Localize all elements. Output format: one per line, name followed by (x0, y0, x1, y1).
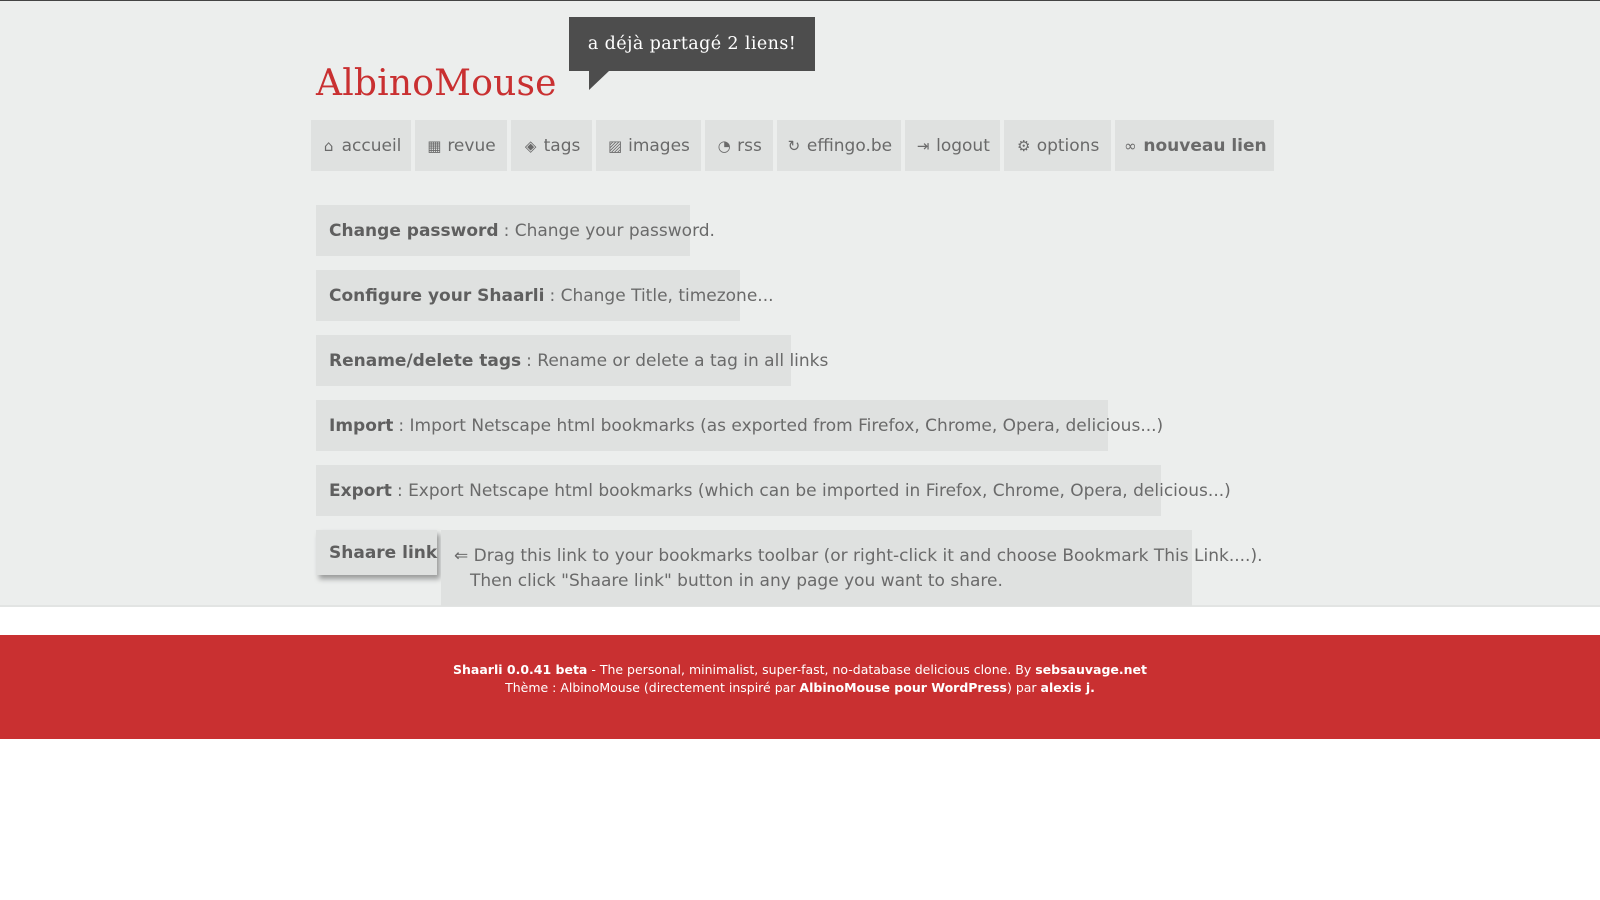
nav-item-options[interactable]: ⚙ options (1004, 120, 1111, 171)
option-title[interactable]: Export (329, 481, 392, 501)
main-area: AlbinoMouse a déjà partagé 2 liens! ⌂ ac… (0, 1, 1600, 607)
option-import: Import : Import Netscape html bookmarks … (316, 400, 1163, 451)
option-desc: : Change Title, timezone... (549, 285, 774, 306)
option-title[interactable]: Import (329, 416, 393, 436)
shaare-help-line1: ⇐ Drag this link to your bookmarks toolb… (454, 546, 1263, 566)
shaare-help-line2: Then click "Shaare link" button in any p… (470, 571, 1003, 591)
rss-icon: ◔ (717, 136, 731, 155)
nav-item-rss[interactable]: ◔ rss (705, 120, 773, 171)
theme-link[interactable]: AlbinoMouse pour WordPress (799, 680, 1007, 695)
shaare-link-bookmarklet[interactable]: Shaare link (316, 530, 437, 575)
option-desc: : Rename or delete a tag in all links (526, 350, 829, 371)
bubble-tail (589, 71, 609, 90)
site-title[interactable]: AlbinoMouse (316, 63, 557, 104)
home-icon: ⌂ (323, 136, 334, 155)
tags-icon: ◈ (524, 136, 537, 155)
nav-item-effingo[interactable]: ↻ effingo.be (777, 120, 901, 171)
gears-icon: ⚙ (1016, 136, 1031, 155)
option-title[interactable]: Configure your Shaarli (329, 286, 544, 306)
theme-author-link[interactable]: alexis j. (1041, 680, 1095, 695)
footer-line2: Thème : AlbinoMouse (directement inspiré… (0, 679, 1600, 697)
nav-item-nouveau-lien[interactable]: ∞ nouveau lien (1115, 120, 1274, 171)
footer-tagline: - The personal, minimalist, super-fast, … (587, 662, 1036, 677)
option-change-password: Change password : Change your password. (316, 205, 715, 256)
nav-label: rss (737, 135, 762, 156)
image-icon: ▨ (608, 136, 623, 155)
nav-label: images (628, 135, 690, 156)
nav-label: logout (936, 135, 990, 156)
footer: Shaarli 0.0.41 beta - The personal, mini… (0, 635, 1600, 739)
nav-item-tags[interactable]: ◈ tags (511, 120, 592, 171)
nav-item-images[interactable]: ▨ images (596, 120, 701, 171)
option-title[interactable]: Rename/delete tags (329, 351, 521, 371)
logout-icon: ⇥ (916, 136, 930, 155)
refresh-icon: ↻ (787, 136, 801, 155)
nav-item-revue[interactable]: ▦ revue (415, 120, 507, 171)
author-link[interactable]: sebsauvage.net (1035, 662, 1147, 677)
option-configure: Configure your Shaarli : Change Title, t… (316, 270, 774, 321)
nav-label: tags (543, 135, 581, 156)
nav-label: revue (447, 135, 496, 156)
shaare-help: ⇐ Drag this link to your bookmarks toolb… (441, 530, 1263, 606)
theme-mid: ) par (1006, 680, 1041, 695)
option-export: Export : Export Netscape html bookmarks … (316, 465, 1231, 516)
theme-prefix: Thème : AlbinoMouse (directement inspiré… (505, 680, 800, 695)
grid-icon: ▦ (427, 136, 442, 155)
option-desc: : Export Netscape html bookmarks (which … (396, 480, 1231, 501)
option-rename-tags: Rename/delete tags : Rename or delete a … (316, 335, 828, 386)
version-link[interactable]: Shaarli 0.0.41 beta (453, 662, 587, 677)
option-title[interactable]: Change password (329, 221, 499, 241)
footer-line1: Shaarli 0.0.41 beta - The personal, mini… (0, 661, 1600, 679)
nav-label: options (1036, 135, 1100, 156)
nav-label: accueil (341, 135, 402, 156)
nav-item-accueil[interactable]: ⌂ accueil (311, 120, 411, 171)
nav-label: effingo.be (806, 135, 893, 156)
option-desc: : Change your password. (503, 220, 715, 241)
link-count-bubble: a déjà partagé 2 liens! (569, 17, 815, 71)
option-desc: : Import Netscape html bookmarks (as exp… (398, 415, 1164, 436)
nav-label: nouveau lien (1143, 135, 1267, 156)
link-icon: ∞ (1124, 136, 1137, 155)
nav-item-logout[interactable]: ⇥ logout (905, 120, 1000, 171)
